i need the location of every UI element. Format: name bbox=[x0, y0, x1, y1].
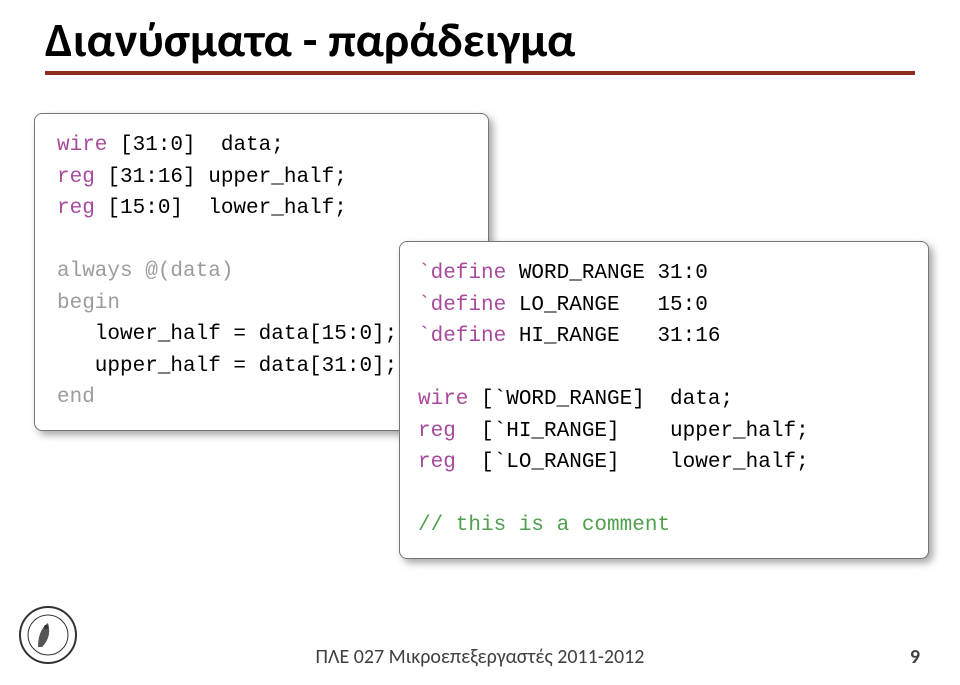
code1-always: always bbox=[57, 260, 133, 283]
code2-l4: [`WORD_RANGE] data; bbox=[468, 388, 733, 411]
page-title: Διανύσματα - παράδειγμα bbox=[45, 0, 915, 71]
code2-l5: [`HI_RANGE] upper_half; bbox=[456, 420, 809, 443]
code1-l1: [31:0] data; bbox=[107, 134, 283, 157]
code2-l1: WORD_RANGE 31:0 bbox=[506, 262, 708, 285]
code2-def2: `define bbox=[418, 294, 506, 317]
code1-l4: @(data) bbox=[133, 260, 234, 283]
code2-reg2: reg bbox=[418, 451, 456, 474]
code1-kw-reg1: reg bbox=[57, 166, 95, 189]
code2-comment: // this is a comment bbox=[418, 514, 670, 537]
code1-end: end bbox=[57, 386, 95, 409]
code2-l3: HI_RANGE 31:16 bbox=[506, 325, 720, 348]
code1-l3: [15:0] lower_half; bbox=[95, 197, 347, 220]
code2-def1: `define bbox=[418, 262, 506, 285]
code1-l2: [31:16] upper_half; bbox=[95, 166, 347, 189]
logo-icon bbox=[18, 605, 78, 665]
code1-kw-reg2: reg bbox=[57, 197, 95, 220]
code2-l2: LO_RANGE 15:0 bbox=[506, 294, 708, 317]
code1-kw-wire: wire bbox=[57, 134, 107, 157]
page-number: 9 bbox=[910, 645, 920, 669]
code1-begin: begin bbox=[57, 292, 120, 315]
code-box-2: `define WORD_RANGE 31:0 `define LO_RANGE… bbox=[399, 241, 929, 559]
code1-l6: lower_half = data[15:0]; bbox=[57, 323, 397, 346]
footer: ΠΛΕ 027 Μικροεπεξεργαστές 2011-2012 9 bbox=[0, 645, 960, 669]
footer-text: ΠΛΕ 027 Μικροεπεξεργαστές 2011-2012 bbox=[0, 645, 960, 669]
content-area: wire [31:0] data; reg [31:16] upper_half… bbox=[0, 75, 960, 595]
code1-l7: upper_half = data[31:0]; bbox=[57, 355, 397, 378]
code2-reg1: reg bbox=[418, 420, 456, 443]
code2-wire: wire bbox=[418, 388, 468, 411]
code2-l6: [`LO_RANGE] lower_half; bbox=[456, 451, 809, 474]
code2-def3: `define bbox=[418, 325, 506, 348]
